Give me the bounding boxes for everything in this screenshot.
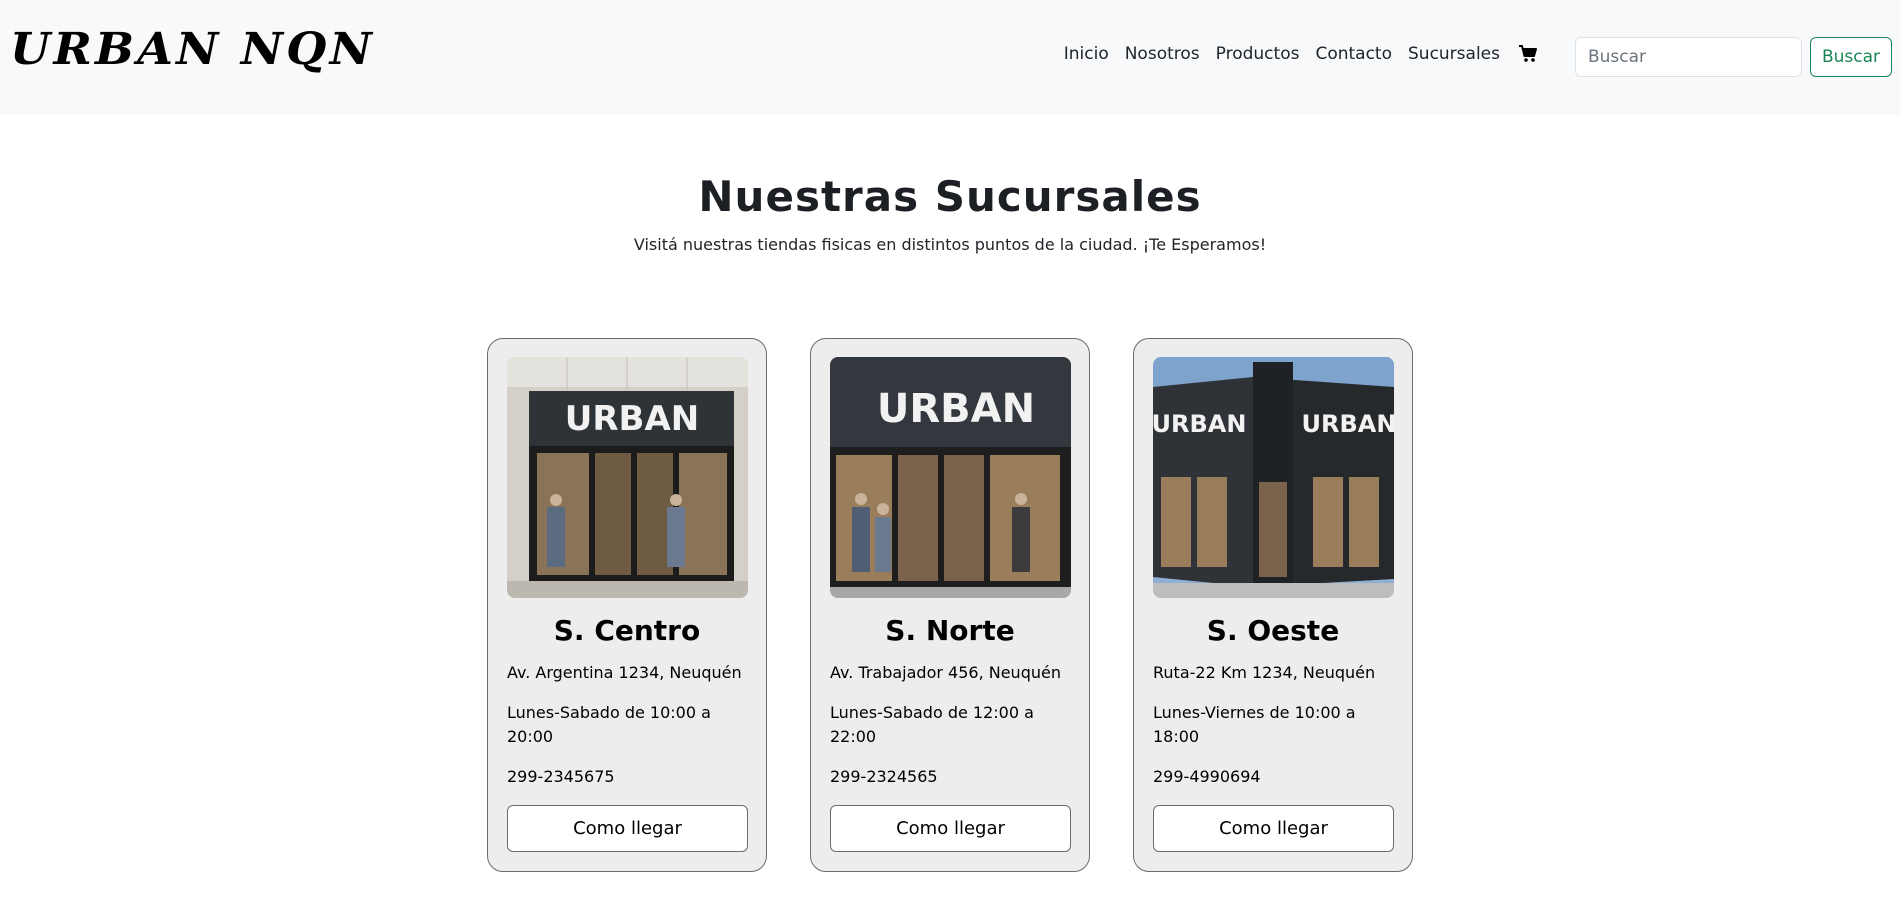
directions-button[interactable]: Como llegar [830,805,1071,852]
store-address: Ruta-22 Km 1234, Neuquén [1153,663,1376,682]
directions-button[interactable]: Como llegar [1153,805,1394,852]
store-hours: Lunes-Sabado de 10:00 a 20:00 [507,703,711,746]
store-phone: 299-2345675 [507,767,615,786]
search-input[interactable] [1575,37,1802,77]
brand-logo[interactable]: URBAN NQN [10,24,375,75]
store-address: Av. Trabajador 456, Neuquén [830,663,1061,682]
store-phone: 299-2324565 [830,767,938,786]
store-name: S. Norte [885,614,1015,647]
page-title: Nuestras Sucursales [698,172,1202,221]
store-sign-oeste-left: URBAN [1153,410,1246,438]
store-card-centro: URBAN S. Centro Av. Argentina 1234, Neuq… [487,338,767,872]
nav-link-nosotros[interactable]: Nosotros [1125,44,1200,64]
cart-icon[interactable] [1518,44,1538,64]
store-name: S. Oeste [1206,614,1340,647]
nav-link-inicio[interactable]: Inicio [1064,44,1109,64]
store-photo-oeste: URBAN URBAN [1153,357,1394,598]
store-name: S. Centro [553,614,701,647]
search-button[interactable]: Buscar [1810,37,1892,77]
store-card-norte: URBAN S. Norte Av. Trabajador 456, Neuqu… [810,338,1090,872]
store-card-oeste: URBAN URBAN S. Oeste Ruta-22 Km 1234, Ne… [1133,338,1413,872]
nav-link-contacto[interactable]: Contacto [1315,44,1392,64]
store-sign-norte: URBAN [877,386,1035,432]
store-sign-oeste-right: URBAN [1302,410,1394,438]
store-photo-norte: URBAN [830,357,1071,598]
nav-links: Inicio Nosotros Productos Contacto Sucur… [1064,44,1538,64]
store-sign-centro: URBAN [565,399,699,439]
directions-button[interactable]: Como llegar [507,805,748,852]
navbar: URBAN NQN Inicio Nosotros Productos Cont… [0,0,1900,115]
nav-link-productos[interactable]: Productos [1216,44,1300,64]
store-phone: 299-4990694 [1153,767,1261,786]
store-hours: Lunes-Sabado de 12:00 a 22:00 [830,703,1034,746]
nav-link-sucursales[interactable]: Sucursales [1408,44,1500,64]
store-address: Av. Argentina 1234, Neuquén [507,663,742,682]
store-hours: Lunes-Viernes de 10:00 a 18:00 [1153,703,1356,746]
page-subtitle: Visitá nuestras tiendas fisicas en disti… [633,235,1267,254]
store-photo-centro: URBAN [507,357,748,598]
